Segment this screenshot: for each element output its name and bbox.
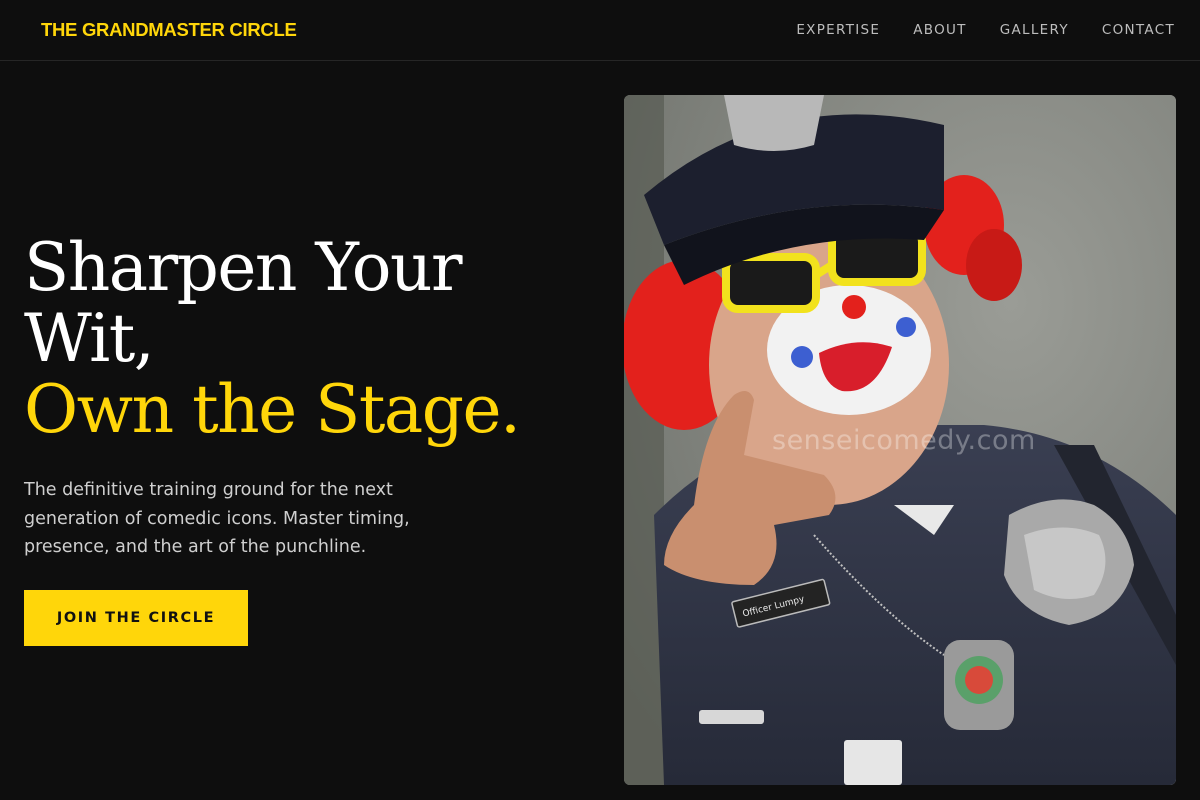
nav-link-gallery[interactable]: GALLERY <box>1000 21 1069 39</box>
nav-link-contact[interactable]: CONTACT <box>1102 21 1175 39</box>
main-nav: EXPERTISE ABOUT GALLERY CONTACT <box>796 21 1175 39</box>
headline-line-1: Sharpen Your Wit, <box>24 229 463 377</box>
brand-logo-link[interactable]: THE GRANDMASTER CIRCLE <box>41 19 297 41</box>
hero-subtitle: The definitive training ground for the n… <box>24 480 410 557</box>
nav-link-expertise[interactable]: EXPERTISE <box>796 21 880 39</box>
hero-headline: Sharpen Your Wit, Own the Stage. <box>24 232 584 445</box>
headline-line-2-accent: Own the Stage. <box>24 371 521 448</box>
join-the-circle-button[interactable]: JOIN THE CIRCLE <box>24 590 248 646</box>
photo-watermark: senseicomedy.com <box>772 425 1036 456</box>
site-header: THE GRANDMASTER CIRCLE EXPERTISE ABOUT G… <box>0 0 1200 61</box>
hero-photo: Officer Lumpy senseicomedy.com <box>624 95 1176 785</box>
nav-link-about[interactable]: ABOUT <box>913 21 967 39</box>
